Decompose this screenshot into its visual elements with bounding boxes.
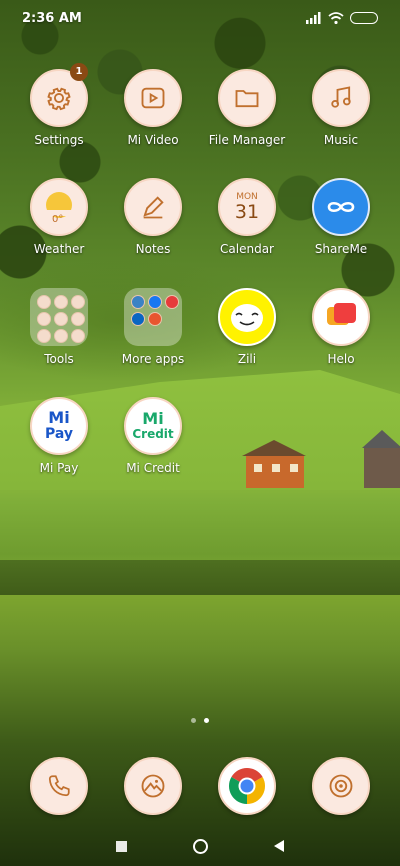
notification-badge: 1 xyxy=(70,63,88,81)
app-label: Helo xyxy=(327,352,355,366)
folder-more-apps[interactable]: More apps xyxy=(106,288,200,366)
app-zili[interactable]: Zili xyxy=(200,288,294,366)
app-helo[interactable]: Helo xyxy=(294,288,388,366)
settings-icon: 1 xyxy=(30,63,88,127)
folder-label: More apps xyxy=(121,352,185,366)
app-label: Notes xyxy=(135,242,171,256)
shareme-icon xyxy=(312,178,370,236)
micredit-logo-top: Mi xyxy=(142,408,164,428)
navigation-bar xyxy=(0,826,400,866)
app-shareme[interactable]: ShareMe xyxy=(294,178,388,256)
wifi-icon xyxy=(328,12,344,24)
app-mi-pay[interactable]: Mi Pay Mi Pay xyxy=(12,397,106,475)
app-label: Mi Video xyxy=(127,133,179,147)
app-weather[interactable]: 0° Weather xyxy=(12,178,106,256)
chrome-icon xyxy=(218,757,276,815)
app-label: Weather xyxy=(33,242,85,256)
status-icons xyxy=(306,12,378,24)
status-time: 2:36 AM xyxy=(22,10,82,26)
app-label: Settings xyxy=(34,133,84,147)
app-label: Mi Credit xyxy=(126,461,180,475)
gallery-mountain-icon xyxy=(124,757,182,815)
micredit-logo-bottom: Credit xyxy=(132,426,174,441)
app-notes[interactable]: Notes xyxy=(106,178,200,256)
page-dot[interactable] xyxy=(191,718,196,723)
zili-face-icon xyxy=(218,288,276,346)
home-button[interactable] xyxy=(193,838,208,854)
calendar-icon: MON 31 xyxy=(218,178,276,236)
mipay-logo-top: Mi xyxy=(48,408,70,427)
app-label: Zili xyxy=(237,352,257,366)
back-button[interactable] xyxy=(274,840,284,852)
weather-temp: 0° xyxy=(52,214,64,225)
pencil-icon xyxy=(124,178,182,236)
dock-camera[interactable] xyxy=(294,757,388,815)
folder-label: Tools xyxy=(44,352,74,366)
signal-icon xyxy=(306,12,321,24)
battery-icon xyxy=(350,12,378,24)
app-label: File Manager xyxy=(208,133,286,147)
mipay-logo-bottom: Pay xyxy=(44,426,74,442)
app-label: Calendar xyxy=(220,242,274,256)
wallpaper-barn xyxy=(362,430,400,488)
music-note-icon xyxy=(312,69,370,127)
wallpaper-house xyxy=(242,440,306,488)
home-screen: 2:36 AM 1 Settings Mi Video File Manager… xyxy=(0,0,400,866)
app-mi-video[interactable]: Mi Video xyxy=(106,69,200,147)
app-settings[interactable]: 1 Settings xyxy=(12,63,106,147)
folder-tools[interactable]: Tools xyxy=(12,288,106,366)
dock-phone[interactable] xyxy=(12,757,106,815)
app-calendar[interactable]: MON 31 Calendar xyxy=(200,178,294,256)
page-dot-active[interactable] xyxy=(204,718,209,723)
app-file-manager[interactable]: File Manager xyxy=(200,69,294,147)
recents-button[interactable] xyxy=(116,840,127,852)
weather-sun-icon: 0° xyxy=(30,178,88,236)
mi-credit-icon: Mi Credit xyxy=(124,397,182,455)
status-bar: 2:36 AM xyxy=(0,0,400,36)
wallpaper-shore xyxy=(0,560,400,600)
app-label: ShareMe xyxy=(314,242,368,256)
app-label: Mi Pay xyxy=(39,461,79,475)
app-mi-credit[interactable]: Mi Credit Mi Credit xyxy=(106,397,200,475)
camera-icon xyxy=(312,757,370,815)
video-play-icon xyxy=(124,69,182,127)
more-apps-folder-icon xyxy=(124,288,182,346)
folder-icon xyxy=(218,69,276,127)
mi-pay-icon: Mi Pay xyxy=(30,397,88,455)
calendar-date: 31 xyxy=(234,201,260,223)
app-music[interactable]: Music xyxy=(294,69,388,147)
phone-icon xyxy=(30,757,88,815)
app-label: Music xyxy=(323,133,359,147)
helo-chat-icon xyxy=(312,288,370,346)
dock-chrome[interactable] xyxy=(200,757,294,815)
page-indicator xyxy=(0,718,400,723)
dock-gallery[interactable] xyxy=(106,757,200,815)
tools-folder-icon xyxy=(30,288,88,346)
